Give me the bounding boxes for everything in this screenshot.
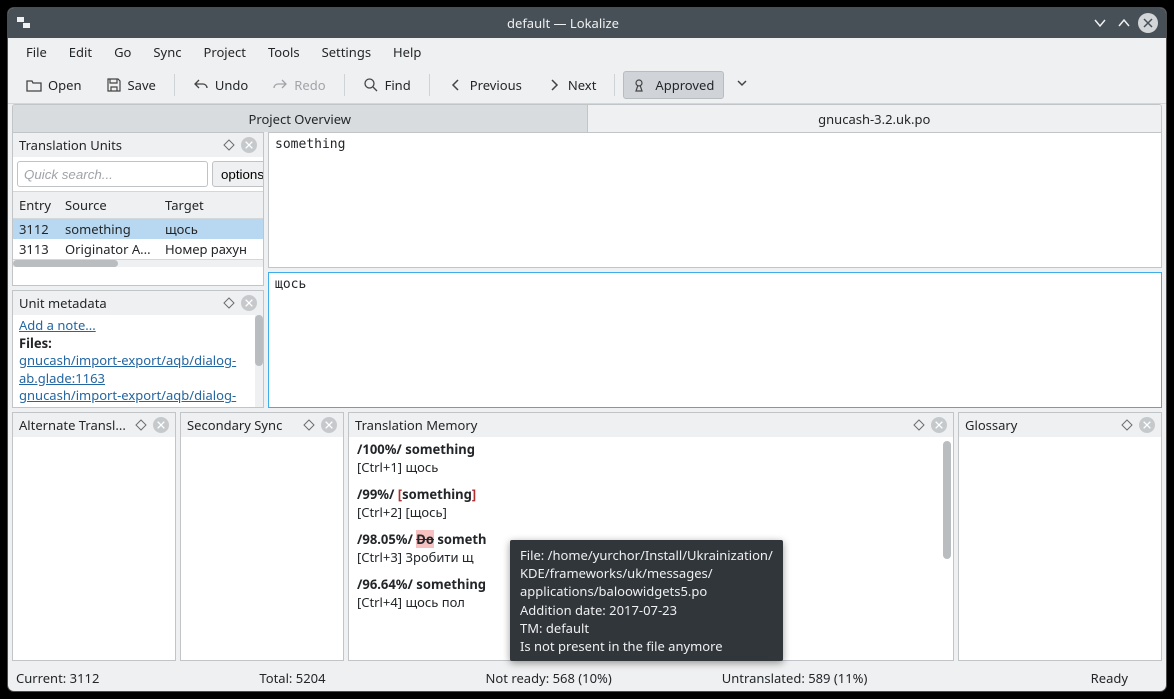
redo-label: Redo [294,76,325,94]
menu-file[interactable]: File [16,39,57,65]
titlebar: default — Lokalize [8,8,1166,38]
tm-tooltip: File: /home/yurchor/Install/Ukrainizatio… [510,540,783,661]
translation-units-panel: Translation Units options Entry Sourc [12,132,264,286]
tab-overview[interactable]: Project Overview [13,105,587,132]
save-label: Save [128,76,156,94]
menu-sync[interactable]: Sync [143,39,191,65]
app-window: default — Lokalize File Edit Go Sync Pro… [8,8,1166,691]
tm-vscrollbar[interactable] [943,441,951,656]
status-total: Total: 5204 [259,669,325,687]
separator [344,74,345,96]
menu-help[interactable]: Help [383,39,431,65]
file-link[interactable]: gnucash/import-export/aqb/dialog-ab.glad… [19,351,236,387]
status-current: Current: 3112 [16,669,99,687]
col-target: Target [159,192,263,218]
gloss-title: Glossary [965,416,1115,434]
menu-settings[interactable]: Settings [312,39,381,65]
find-button[interactable]: Find [353,71,421,99]
separator [614,74,615,96]
add-note-link[interactable]: Add a note... [19,316,96,334]
undo-button[interactable]: Undo [183,71,258,99]
open-label: Open [48,76,82,94]
status-notready: Not ready: 568 (10%) [486,669,612,687]
tm-title: Translation Memory [355,416,907,434]
status-untranslated: Untranslated: 589 (11%) [722,669,868,687]
close-panel-icon[interactable] [321,417,337,433]
table-row[interactable]: 3113 Originator A... Номер рахун [13,239,263,259]
source-text: something [268,132,1162,268]
menu-project[interactable]: Project [193,39,255,65]
open-button[interactable]: Open [16,71,92,99]
previous-label: Previous [470,76,522,94]
close-panel-icon[interactable] [1139,417,1155,433]
detach-icon[interactable] [133,417,149,433]
close-panel-icon[interactable] [241,295,257,311]
close-panel-icon[interactable] [153,417,169,433]
quick-search-input[interactable] [17,161,208,187]
files-label: Files: [19,334,52,352]
approved-label: Approved [655,76,714,94]
secondary-sync-panel: Secondary Sync [180,412,344,661]
next-button[interactable]: Next [536,71,607,99]
col-source: Source [59,192,159,218]
save-button[interactable]: Save [96,71,166,99]
separator [174,74,175,96]
col-entry: Entry [19,196,51,214]
next-label: Next [568,76,597,94]
detach-icon[interactable] [221,137,237,153]
alt-title: Alternate Transl... [19,416,129,434]
redo-button[interactable]: Redo [262,71,335,99]
tu-title: Translation Units [19,136,217,154]
minimize-button[interactable] [1090,13,1110,33]
meta-vscrollbar[interactable] [255,315,263,407]
status-ready: Ready [1091,669,1128,687]
app-icon [16,15,32,31]
options-button[interactable]: options [212,161,263,187]
approved-button[interactable]: Approved [623,71,724,99]
undo-label: Undo [215,76,248,94]
menu-tools[interactable]: Tools [258,39,310,65]
close-panel-icon[interactable] [241,137,257,153]
tm-entry[interactable]: /100%/ something [Ctrl+1] щось [357,441,945,476]
detach-icon[interactable] [1119,417,1135,433]
detach-icon[interactable] [301,417,317,433]
approved-dropdown[interactable] [728,71,756,99]
previous-button[interactable]: Previous [438,71,532,99]
table-row[interactable]: 3112 something щось [13,219,263,239]
target-text[interactable]: щось [268,272,1162,408]
menu-edit[interactable]: Edit [59,39,102,65]
file-link[interactable]: gnucash/import-export/aqb/dialog- [19,386,236,404]
unit-metadata-panel: Unit metadata Add a note... Files: gnuca… [12,290,264,408]
tu-table-header[interactable]: Entry Source Target [13,191,263,219]
detach-icon[interactable] [221,295,237,311]
tab-file[interactable]: gnucash-3.2.uk.po [587,105,1162,132]
statusbar: Current: 3112 Total: 5204 Not ready: 568… [8,665,1166,691]
meta-title: Unit metadata [19,294,217,312]
toolbar: Open Save Undo Redo Find Previous Next [8,66,1166,104]
separator [429,74,430,96]
tu-hscrollbar[interactable] [13,259,263,267]
editor-area: something щось [268,132,1162,408]
alternate-translations-panel: Alternate Transl... [12,412,176,661]
tm-entry[interactable]: /99%/ [something] [Ctrl+2] [щось] [357,486,945,521]
glossary-panel: Glossary [958,412,1162,661]
window-title: default — Lokalize [40,14,1086,32]
maximize-button[interactable] [1114,13,1134,33]
sec-title: Secondary Sync [187,416,297,434]
menu-go[interactable]: Go [104,39,141,65]
find-label: Find [385,76,411,94]
menubar: File Edit Go Sync Project Tools Settings… [8,38,1166,66]
detach-icon[interactable] [911,417,927,433]
document-tabs: Project Overview gnucash-3.2.uk.po [12,104,1162,132]
close-button[interactable] [1138,13,1158,33]
close-panel-icon[interactable] [931,417,947,433]
